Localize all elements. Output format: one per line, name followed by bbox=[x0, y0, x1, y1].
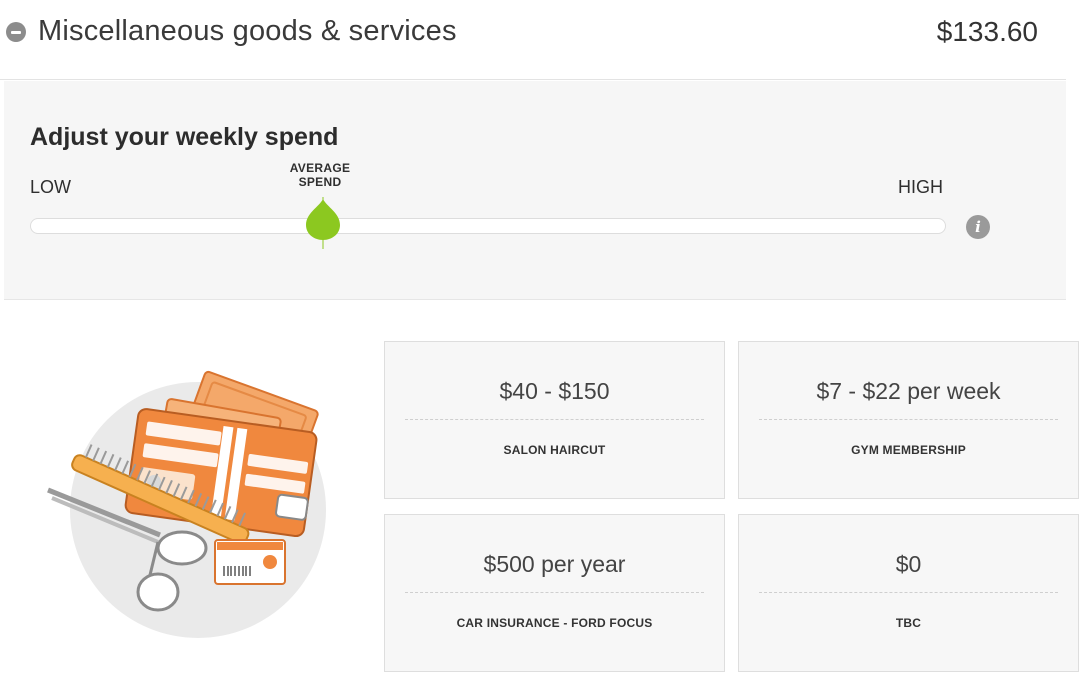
info-icon[interactable]: i bbox=[966, 215, 990, 239]
average-label-line1: AVERAGE bbox=[289, 161, 351, 175]
adjust-title: Adjust your weekly spend bbox=[30, 123, 339, 151]
section-total: $133.60 bbox=[936, 16, 1038, 47]
adjust-spend-panel: Adjust your weekly spend LOW AVERAGE SPE… bbox=[4, 81, 1066, 300]
minus-circle-icon[interactable] bbox=[6, 22, 26, 42]
card-divider bbox=[405, 419, 704, 420]
section-title: Miscellaneous goods & services bbox=[38, 15, 457, 47]
card-value: $0 bbox=[895, 551, 922, 577]
expense-card: $7 - $22 per week GYM MEMBERSHIP bbox=[738, 341, 1079, 499]
expense-card: $500 per year CAR INSURANCE - FORD FOCUS bbox=[384, 514, 725, 672]
slider-thumb[interactable] bbox=[305, 195, 341, 251]
card-label: CAR INSURANCE - FORD FOCUS bbox=[456, 616, 653, 630]
card-value: $40 - $150 bbox=[499, 378, 610, 404]
card-divider bbox=[405, 592, 704, 593]
section-header: Miscellaneous goods & services $133.60 bbox=[0, 0, 1066, 80]
average-spend-label: AVERAGE SPEND bbox=[276, 161, 364, 189]
card-value: $500 per year bbox=[483, 551, 626, 577]
spend-slider-track[interactable] bbox=[30, 218, 946, 234]
card-label: SALON HAIRCUT bbox=[503, 443, 606, 457]
average-label-line2: SPEND bbox=[298, 175, 342, 189]
wallet-scissors-comb-illustration bbox=[47, 370, 326, 638]
expense-card: $0 TBC bbox=[738, 514, 1079, 672]
card-label: GYM MEMBERSHIP bbox=[851, 443, 966, 457]
card-value: $7 - $22 per week bbox=[816, 378, 1001, 404]
expense-card: $40 - $150 SALON HAIRCUT bbox=[384, 341, 725, 499]
high-label: HIGH bbox=[898, 177, 943, 197]
card-label: TBC bbox=[895, 616, 922, 630]
card-divider bbox=[759, 592, 1058, 593]
card-divider bbox=[759, 419, 1058, 420]
low-label: LOW bbox=[30, 177, 72, 197]
